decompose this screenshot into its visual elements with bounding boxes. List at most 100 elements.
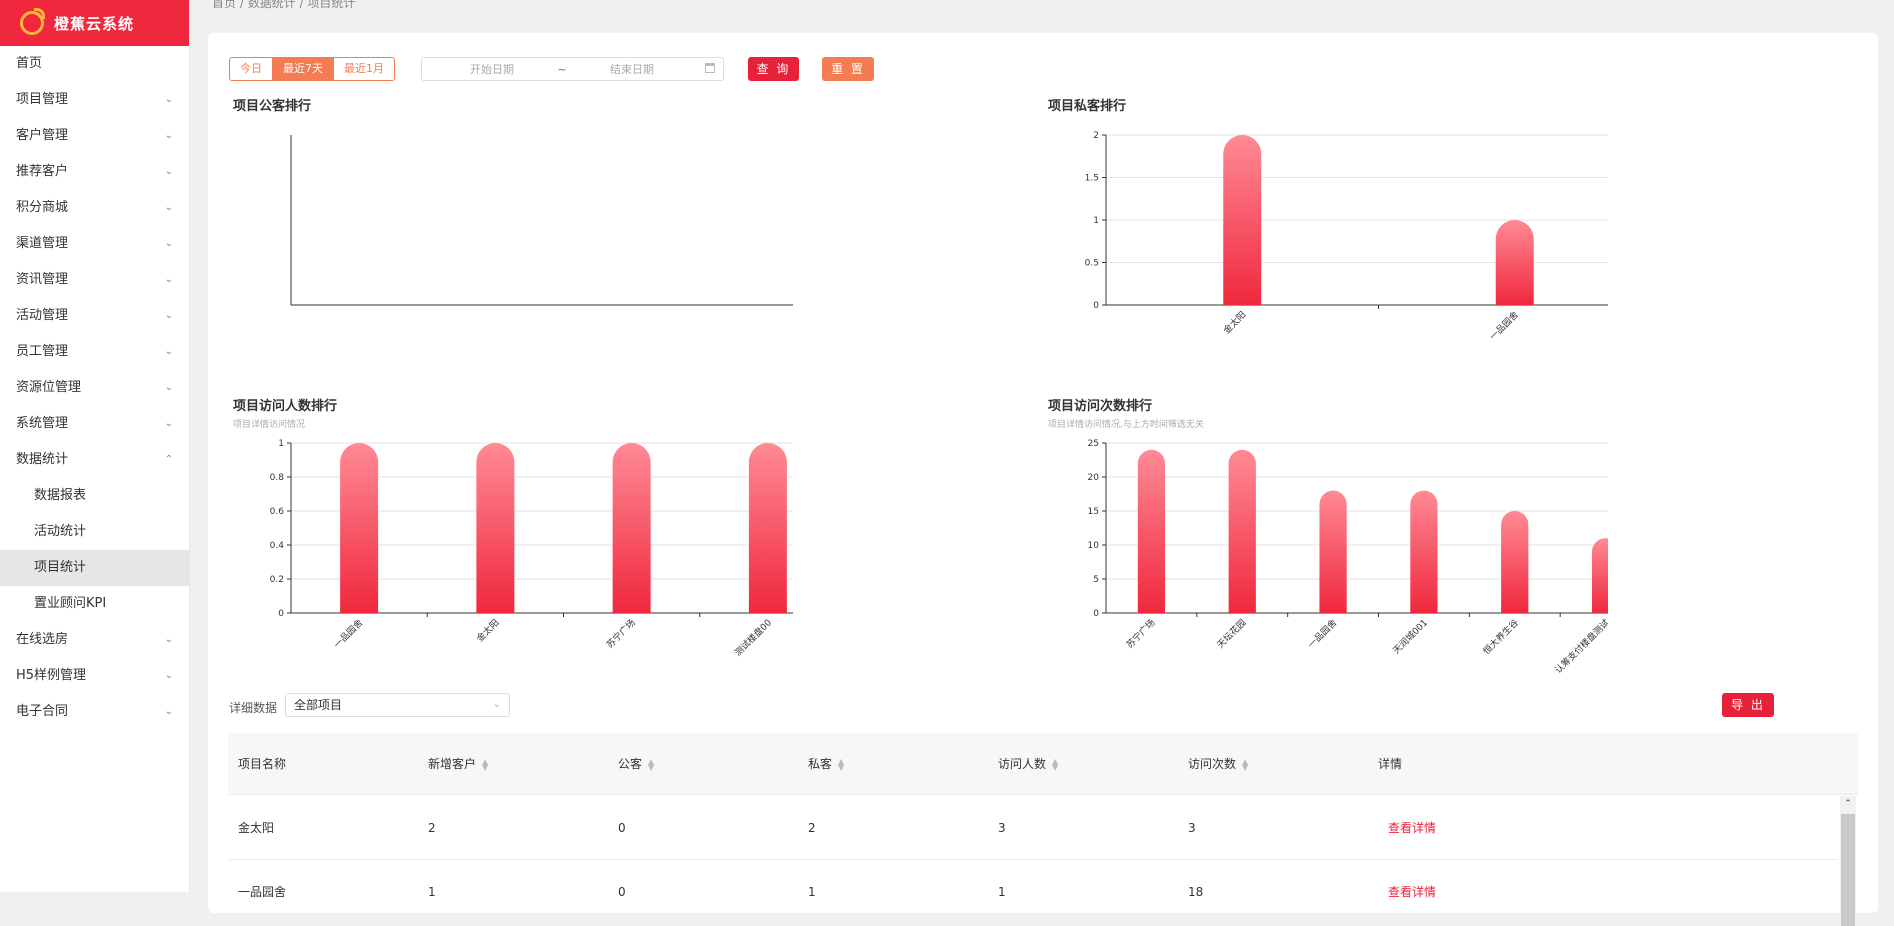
scrollbar-thumb[interactable] — [1841, 814, 1855, 926]
menu-item-label: H5样例管理 — [16, 668, 87, 683]
chevron-icon: ⌄ — [164, 166, 173, 177]
chevron-icon: ⌄ — [164, 310, 173, 321]
calendar-icon[interactable] — [705, 63, 715, 73]
x-tick-label: 一品园舍 — [331, 617, 365, 651]
sort-icon[interactable]: ▲ ▼ — [648, 757, 654, 771]
bar[interactable] — [1410, 490, 1438, 613]
bar[interactable] — [1591, 538, 1608, 613]
view-details-link[interactable]: 查看详情 — [1388, 860, 1436, 924]
column-header[interactable]: 公客 ▲ ▼ — [618, 733, 654, 795]
table-header: 项目名称 新增客户 ▲ ▼ 公客 ▲ ▼ 私客 ▲ ▼ 访问人数 ▲ ▼ 访问次数 ▲ ▼ 详情 — [228, 733, 1858, 795]
range-1month-button[interactable]: 最近1月 — [333, 58, 394, 80]
x-tick-label: 金太阳 — [474, 617, 502, 645]
y-tick-label: 25 — [1088, 439, 1099, 449]
chevron-icon: ⌄ — [164, 670, 173, 681]
column-header[interactable]: 访问人数 ▲ ▼ — [998, 733, 1058, 795]
chart-title: 项目私客排行 — [1048, 99, 1127, 114]
table-cell: 2 — [808, 821, 816, 835]
sidebar-item[interactable]: 推荐客户 ⌄ — [0, 154, 189, 190]
export-button[interactable]: 导 出 — [1722, 693, 1774, 717]
column-header-label: 新增客户 — [428, 757, 477, 771]
sidebar-item[interactable]: 系统管理 ⌄ — [0, 406, 189, 442]
column-header[interactable]: 访问次数 ▲ ▼ — [1188, 733, 1248, 795]
menu-item-label: 项目管理 — [16, 92, 69, 107]
sidebar-item[interactable]: 在线选房 ⌄ — [0, 622, 189, 658]
sidebar-item[interactable]: 数据统计 ⌃ — [0, 442, 189, 478]
breadcrumb-item[interactable]: 数据统计 — [248, 0, 296, 10]
sidebar-item[interactable]: 首页 — [0, 46, 189, 82]
chevron-icon: ⌄ — [164, 382, 173, 393]
bar[interactable] — [1228, 449, 1256, 613]
chevron-down-icon: ⌄ — [492, 699, 501, 710]
menu-item-label: 活动统计 — [34, 524, 87, 539]
x-tick-label: 测试楼盘00 — [732, 616, 774, 658]
public-customer-chart — [290, 135, 793, 306]
sort-icon[interactable]: ▲ ▼ — [838, 757, 844, 771]
bar[interactable] — [1501, 511, 1529, 613]
x-tick-label: 苏宁广场 — [604, 617, 638, 651]
bar[interactable] — [612, 443, 651, 613]
sidebar-item[interactable]: 客户管理 ⌄ — [0, 118, 189, 154]
menu-item-label: 置业顾问KPI — [34, 596, 107, 611]
scroll-up-icon[interactable]: ⌃ — [1842, 799, 1854, 811]
sidebar-subitem[interactable]: 置业顾问KPI — [0, 586, 189, 622]
chart-title: 项目公客排行 — [233, 99, 312, 114]
sidebar-item[interactable]: 电子合同 ⌄ — [0, 694, 189, 730]
chart-title: 项目访问人数排行 — [233, 399, 338, 414]
sidebar-item[interactable]: 项目管理 ⌄ — [0, 82, 189, 118]
bar[interactable] — [1319, 490, 1347, 613]
column-header[interactable]: 私客 ▲ ▼ — [808, 733, 844, 795]
menu-item-label: 项目统计 — [34, 560, 87, 575]
y-tick-label: 0.8 — [270, 473, 285, 483]
x-tick-label: 天润城001 — [1390, 617, 1430, 657]
table-cell: 0 — [618, 885, 626, 899]
sidebar-item[interactable]: H5样例管理 ⌄ — [0, 658, 189, 694]
range-separator: ~ — [557, 62, 567, 76]
y-tick-label: 0.2 — [270, 575, 284, 585]
bar[interactable] — [1495, 220, 1534, 305]
query-button[interactable]: 查 询 — [748, 57, 799, 81]
menu-item-label: 首页 — [16, 56, 43, 71]
chevron-icon: ⌄ — [164, 634, 173, 645]
sidebar-subitem[interactable]: 数据报表 — [0, 478, 189, 514]
sidebar-item[interactable]: 员工管理 ⌄ — [0, 334, 189, 370]
y-tick-label: 5 — [1093, 575, 1099, 585]
sidebar-item[interactable]: 活动管理 ⌄ — [0, 298, 189, 334]
project-select[interactable]: 全部项目 ⌄ — [285, 693, 510, 717]
view-details-link[interactable]: 查看详情 — [1388, 796, 1436, 860]
date-range-picker[interactable]: 开始日期 ~ 结束日期 — [421, 57, 724, 81]
column-header[interactable]: 新增客户 ▲ ▼ — [428, 733, 488, 795]
x-tick-label: 恒大养生谷 — [1481, 617, 1521, 657]
sidebar-item[interactable]: 积分商城 ⌄ — [0, 190, 189, 226]
sidebar-menu: 首页 项目管理 ⌄ 客户管理 ⌄ 推荐客户 ⌄ 积分商城 ⌄ 渠道管理 ⌄ 资讯管理 ⌄ 活动管理 ⌄ 员工管… — [0, 46, 189, 730]
table-cell: 18 — [1188, 885, 1204, 899]
end-date-input[interactable]: 结束日期 — [572, 61, 692, 77]
y-tick-label: 10 — [1088, 541, 1100, 551]
bar[interactable] — [1223, 135, 1262, 305]
table-cell: 2 — [428, 821, 436, 835]
sidebar-item[interactable]: 资讯管理 ⌄ — [0, 262, 189, 298]
range-7days-button[interactable]: 最近7天 — [272, 58, 333, 80]
start-date-input[interactable]: 开始日期 — [432, 61, 552, 77]
sidebar-item[interactable]: 渠道管理 ⌄ — [0, 226, 189, 262]
column-header-label: 项目名称 — [238, 757, 287, 771]
sort-icon[interactable]: ▲ ▼ — [1052, 757, 1058, 771]
bar[interactable] — [1137, 449, 1166, 613]
y-tick-label: 0 — [1093, 301, 1099, 311]
sidebar-item[interactable]: 资源位管理 ⌄ — [0, 370, 189, 406]
menu-item-label: 系统管理 — [16, 416, 69, 431]
sidebar-subitem[interactable]: 项目统计 — [0, 550, 189, 586]
bar[interactable] — [476, 443, 515, 613]
bar[interactable] — [340, 443, 379, 613]
sort-icon[interactable]: ▲ ▼ — [482, 757, 488, 771]
sidebar-subitem[interactable]: 活动统计 — [0, 514, 189, 550]
detail-data-label: 详细数据 — [229, 701, 278, 715]
bar[interactable] — [748, 443, 787, 613]
table-row: 金太阳 2 0 2 3 3 查看详情 — [228, 796, 1838, 860]
range-today-button[interactable]: 今日 — [230, 58, 272, 80]
app-logo[interactable]: 橙蕉云系统 — [0, 0, 189, 46]
reset-button[interactable]: 重 置 — [822, 57, 874, 81]
breadcrumb-item[interactable]: 首页 — [212, 0, 236, 10]
table-scrollbar[interactable]: ⌃ — [1840, 796, 1856, 926]
sort-icon[interactable]: ▲ ▼ — [1242, 757, 1248, 771]
